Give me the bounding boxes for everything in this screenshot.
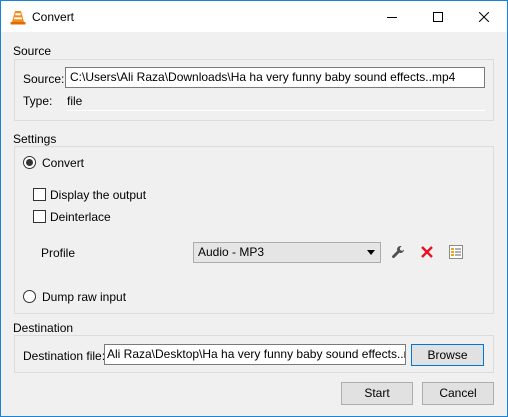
browse-button[interactable]: Browse: [411, 344, 484, 366]
destination-group-label: Destination: [13, 321, 74, 335]
new-profile-icon: [448, 244, 464, 263]
edit-profile-button[interactable]: [387, 242, 409, 264]
display-output-label[interactable]: Display the output: [50, 188, 146, 202]
start-button[interactable]: Start: [341, 382, 413, 405]
type-value: file: [67, 94, 83, 108]
deinterlace-label[interactable]: Deinterlace: [50, 210, 111, 224]
cancel-button[interactable]: Cancel: [422, 382, 494, 405]
close-button[interactable]: [461, 1, 507, 32]
destination-file-field[interactable]: Ali Raza\Desktop\Ha ha very funny baby s…: [104, 344, 406, 365]
convert-radio[interactable]: [23, 156, 36, 169]
settings-group-label: Settings: [13, 132, 57, 146]
type-label: Type:: [23, 94, 53, 108]
minimize-icon: [387, 12, 397, 22]
display-output-checkbox[interactable]: [33, 188, 46, 201]
window-title: Convert: [32, 10, 75, 24]
profile-label: Profile: [41, 246, 76, 260]
source-separator: [67, 110, 485, 111]
delete-profile-button[interactable]: [416, 242, 438, 264]
profile-select-value: Audio - MP3: [198, 245, 265, 259]
close-icon: [479, 11, 489, 22]
delete-icon: [420, 245, 434, 262]
source-field[interactable]: C:\Users\Ali Raza\Downloads\Ha ha very f…: [65, 67, 485, 88]
deinterlace-checkbox[interactable]: [33, 210, 46, 223]
source-group-label: Source: [13, 44, 52, 58]
new-profile-button[interactable]: [445, 242, 467, 264]
wrench-icon: [390, 244, 406, 263]
title-bar[interactable]: Convert: [1, 1, 507, 32]
maximize-icon: [433, 11, 443, 22]
convert-label[interactable]: Convert: [42, 156, 84, 170]
profile-select[interactable]: Audio - MP3: [193, 242, 381, 263]
maximize-button[interactable]: [415, 1, 461, 32]
source-label: Source:: [23, 72, 65, 86]
dump-raw-label[interactable]: Dump raw input: [42, 290, 126, 304]
vlc-cone-icon: [9, 8, 27, 26]
destination-file-label: Destination file:: [23, 349, 106, 363]
minimize-button[interactable]: [369, 1, 415, 32]
convert-dialog: Convert Source Source: C:\Users\Ali Raza…: [0, 0, 508, 417]
chevron-down-icon: [367, 250, 375, 255]
dump-raw-radio[interactable]: [23, 290, 36, 303]
settings-group: [14, 146, 494, 314]
